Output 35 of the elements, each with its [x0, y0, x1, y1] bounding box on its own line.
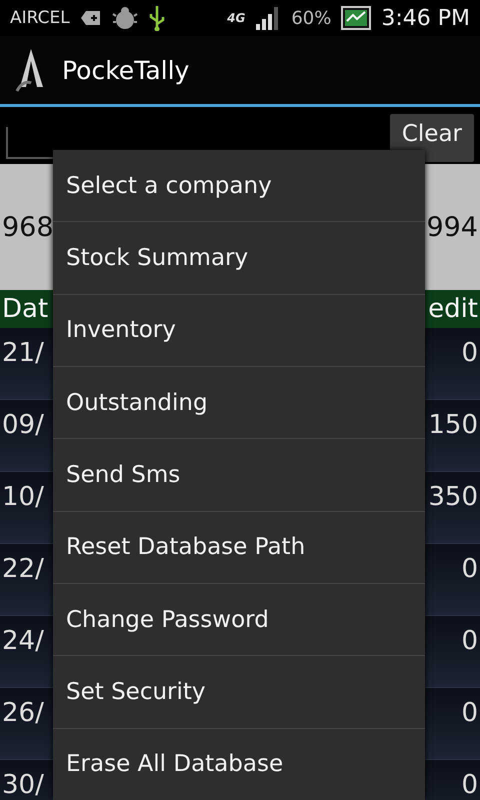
column-header: edit [427, 294, 479, 324]
menu-item[interactable]: Send Sms [53, 438, 425, 511]
credit-cell-text: 0 [460, 338, 479, 368]
menu-item[interactable]: Inventory [53, 294, 425, 366]
column-header: Dat [1, 294, 50, 324]
menu-item[interactable]: Change Password [53, 582, 425, 656]
carrier-name: AIRCEL [10, 8, 70, 28]
menu-item[interactable]: Set Security [53, 655, 425, 728]
battery-percent: 60% [291, 8, 332, 28]
credit-cell-text: 0 [460, 626, 479, 656]
summary-value: 994 [425, 212, 479, 242]
date-cell-text: 24/ [1, 626, 45, 656]
menu-item[interactable]: Erase All Database [53, 728, 425, 800]
credit-cell-text: 150 [427, 410, 479, 440]
credit-cell-text: 0 [460, 554, 479, 584]
date-cell-text: 22/ [1, 554, 45, 584]
credit-cell-text: 350 [427, 482, 479, 512]
date-cell-text: 10/ [1, 482, 45, 512]
date-cell-text: 09/ [1, 410, 45, 440]
summary-value: 968 [1, 212, 54, 242]
date-cell-text: 21/ [1, 338, 45, 368]
menu-item[interactable]: Stock Summary [53, 221, 425, 294]
notification-tag-icon [80, 10, 102, 26]
credit-cell-text: 0 [460, 698, 479, 728]
clock: 3:46 PM [381, 6, 470, 30]
activity-chart-icon [341, 6, 372, 30]
credit-cell-text: 0 [460, 770, 479, 800]
menu-item[interactable]: Outstanding [53, 366, 425, 438]
usb-icon [148, 5, 166, 31]
date-cell-text: 26/ [1, 698, 45, 728]
bug-icon [112, 6, 138, 30]
menu-item[interactable]: Reset Database Path [53, 510, 425, 583]
app-title: PockeTally [62, 56, 190, 84]
network-type: 4G [227, 11, 246, 25]
date-cell-text: 30/ [1, 770, 45, 800]
